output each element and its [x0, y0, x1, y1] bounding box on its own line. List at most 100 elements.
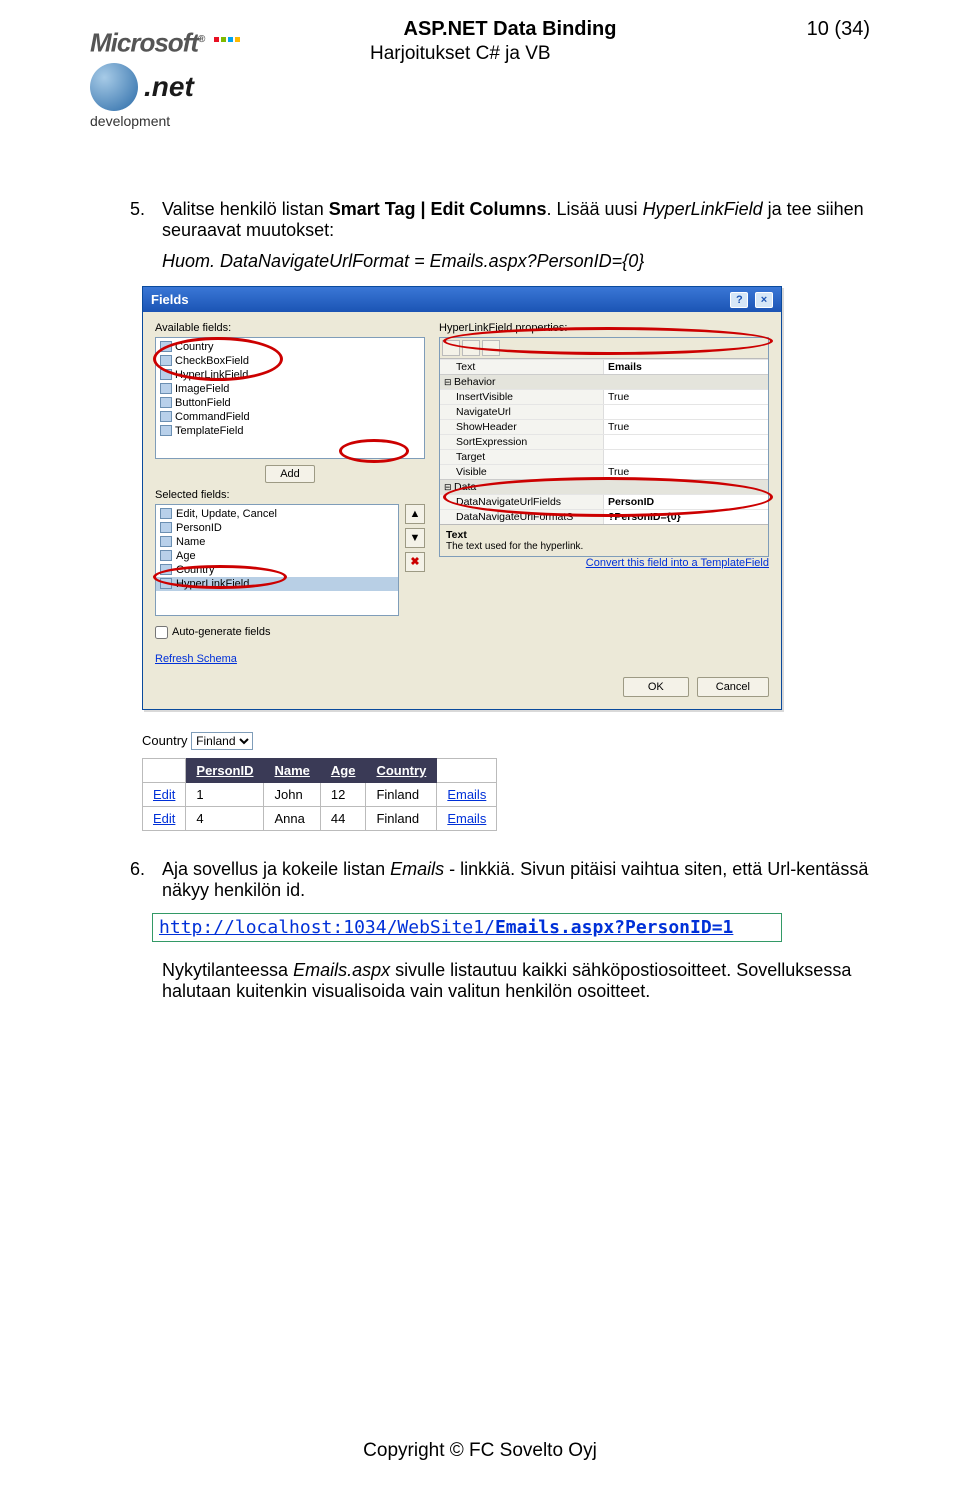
edit-cell[interactable]: Edit: [143, 806, 186, 830]
prop-row[interactable]: VisibleTrue: [440, 464, 768, 479]
col-age[interactable]: Age: [320, 758, 366, 782]
country-select[interactable]: Finland: [191, 732, 253, 750]
list-item[interactable]: PersonID: [156, 521, 398, 535]
step6-text-a: Aja sovellus ja kokeile listan: [162, 859, 390, 879]
col-personid[interactable]: PersonID: [186, 758, 264, 782]
list-item[interactable]: HyperLinkField: [156, 577, 398, 591]
prop-val: True: [604, 420, 768, 434]
step6-italic-2: Emails.aspx: [293, 960, 390, 980]
propgrid-tool-3[interactable]: [482, 340, 500, 356]
available-fields-label: Available fields:: [155, 322, 425, 334]
page-subtitle: Harjoitukset C# ja VB: [270, 43, 750, 65]
page-title: ASP.NET Data Binding: [270, 18, 750, 41]
add-button[interactable]: Add: [265, 465, 315, 483]
prop-row[interactable]: Target: [440, 449, 768, 464]
list-item[interactable]: HyperLinkField: [156, 368, 424, 382]
ok-button[interactable]: OK: [623, 677, 689, 697]
country-cell: Finland: [366, 782, 437, 806]
prop-key: ShowHeader: [440, 420, 604, 434]
step-number: 5.: [130, 199, 145, 220]
url-bold: Emails.aspx?PersonID=1: [495, 917, 733, 938]
close-button[interactable]: ×: [755, 292, 773, 308]
prop-val: [604, 405, 768, 419]
emails-cell[interactable]: Emails: [437, 806, 497, 830]
id-cell: 1: [186, 782, 264, 806]
available-fields-list[interactable]: CountryCheckBoxFieldHyperLinkFieldImageF…: [155, 337, 425, 459]
move-up-button[interactable]: ▲: [405, 504, 425, 524]
cat-data[interactable]: Data: [440, 479, 768, 494]
help-button[interactable]: ?: [730, 292, 748, 308]
table-row: Edit4Anna44FinlandEmails: [143, 806, 497, 830]
field-icon: [160, 355, 172, 366]
list-item[interactable]: ImageField: [156, 382, 424, 396]
list-item[interactable]: Country: [156, 563, 398, 577]
list-item[interactable]: CheckBoxField: [156, 354, 424, 368]
col-emails: [437, 758, 497, 782]
list-item[interactable]: Country: [156, 340, 424, 354]
ms-dots-icon: [213, 18, 241, 49]
propgrid-tool-2[interactable]: [462, 340, 480, 356]
step-6: 6. Aja sovellus ja kokeile listan Emails…: [130, 859, 870, 1002]
table-row: Edit1John12FinlandEmails: [143, 782, 497, 806]
edit-cell[interactable]: Edit: [143, 782, 186, 806]
delete-button[interactable]: ✖: [405, 552, 425, 572]
dialog-title: Fields: [151, 292, 189, 307]
propdesc-text: The text used for the hyperlink.: [446, 541, 762, 552]
autogen-row: Auto-generate fields: [155, 626, 425, 639]
template-field-link[interactable]: Convert this field into a TemplateField: [439, 557, 769, 569]
field-icon: [160, 536, 172, 547]
col-edit: [143, 758, 186, 782]
example-url[interactable]: http://localhost:1034/WebSite1/Emails.as…: [159, 917, 733, 938]
dialog-titlebar[interactable]: Fields ? ×: [143, 287, 781, 312]
prop-row[interactable]: DataNavigateUrlFormatS?PersonID={0}: [440, 509, 768, 524]
step5-formula: Huom. DataNavigateUrlFormat = Emails.asp…: [162, 251, 870, 272]
prop-row[interactable]: DataNavigateUrlFieldsPersonID: [440, 494, 768, 509]
country-label: Country: [142, 733, 188, 748]
prop-key: DataNavigateUrlFields: [440, 495, 604, 509]
move-down-button[interactable]: ▼: [405, 528, 425, 548]
prop-row[interactable]: InsertVisibleTrue: [440, 389, 768, 404]
prop-key: NavigateUrl: [440, 405, 604, 419]
prop-row[interactable]: ShowHeaderTrue: [440, 419, 768, 434]
list-item[interactable]: CommandField: [156, 410, 424, 424]
prop-val: PersonID: [604, 495, 768, 509]
prop-row[interactable]: SortExpression: [440, 434, 768, 449]
property-grid[interactable]: Text Emails Behavior InsertVisibleTrueNa…: [439, 337, 769, 557]
header-center: ASP.NET Data Binding Harjoitukset C# ja …: [270, 18, 750, 65]
page-content: 5. Valitse henkilö listan Smart Tag | Ed…: [130, 199, 870, 1002]
prop-key: InsertVisible: [440, 390, 604, 404]
refresh-schema-link[interactable]: Refresh Schema: [155, 653, 237, 665]
propgrid-toolbar: [440, 338, 768, 359]
selected-fields-list[interactable]: Edit, Update, CancelPersonIDNameAgeCount…: [155, 504, 399, 616]
list-item[interactable]: Edit, Update, Cancel: [156, 507, 398, 521]
page-number: 10 (34): [750, 18, 870, 41]
brand-logo: Microsoft®: [90, 18, 270, 59]
cat-behavior[interactable]: Behavior: [440, 374, 768, 389]
propgrid-tool-1[interactable]: [442, 340, 460, 356]
field-icon: [160, 383, 172, 394]
list-item[interactable]: ButtonField: [156, 396, 424, 410]
emails-cell[interactable]: Emails: [437, 782, 497, 806]
prop-val: Emails: [604, 360, 768, 374]
field-icon: [160, 550, 172, 561]
step5-italic: HyperLinkField: [643, 199, 763, 219]
col-country[interactable]: Country: [366, 758, 437, 782]
selected-fields-label: Selected fields:: [155, 489, 425, 501]
autogen-checkbox[interactable]: [155, 626, 168, 639]
prop-row[interactable]: NavigateUrl: [440, 404, 768, 419]
col-name[interactable]: Name: [264, 758, 320, 782]
cancel-button[interactable]: Cancel: [697, 677, 769, 697]
properties-label: HyperLinkField properties:: [439, 322, 769, 334]
list-item[interactable]: Name: [156, 535, 398, 549]
preview-grid: PersonID Name Age Country Edit1John12Fin…: [142, 758, 497, 831]
step-number: 6.: [130, 859, 145, 880]
field-icon: [160, 369, 172, 380]
list-item[interactable]: Age: [156, 549, 398, 563]
step6-italic-1: Emails: [390, 859, 444, 879]
propdesc-title: Text: [446, 529, 762, 541]
prop-text-row[interactable]: Text Emails: [440, 359, 768, 374]
step5-text-b: . Lisää uusi: [547, 199, 643, 219]
list-item[interactable]: TemplateField: [156, 424, 424, 438]
url-box: http://localhost:1034/WebSite1/Emails.as…: [152, 913, 782, 942]
step5-bold: Smart Tag | Edit Columns: [329, 199, 547, 219]
